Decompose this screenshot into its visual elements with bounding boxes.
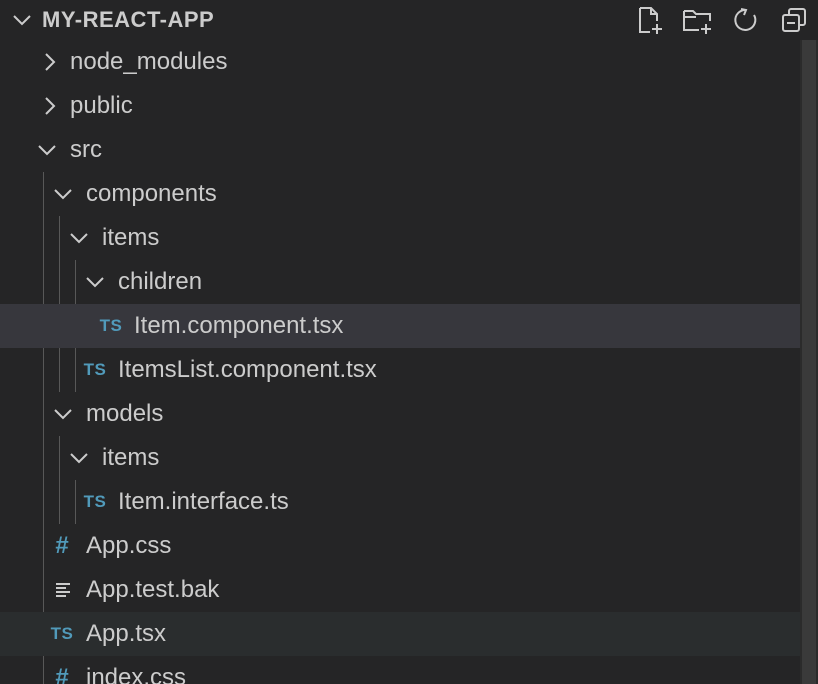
- tree-item-label: node_modules: [70, 48, 228, 75]
- typescript-file-icon: TS: [83, 492, 107, 511]
- new-file-icon[interactable]: [634, 4, 666, 36]
- explorer-actions: [634, 4, 810, 36]
- tree-item-app-tsx[interactable]: TS App.tsx: [0, 612, 800, 656]
- tree-item-item-component-tsx[interactable]: TS Item.component.tsx: [0, 304, 800, 348]
- file-tree: node_modules public src components items…: [0, 40, 800, 684]
- tree-item-children[interactable]: children: [0, 260, 800, 304]
- scrollbar-thumb[interactable]: [802, 40, 816, 684]
- tree-item-item-interface-ts[interactable]: TS Item.interface.ts: [0, 480, 800, 524]
- chevron-down-icon: [67, 436, 91, 480]
- tree-item-label: children: [118, 268, 203, 295]
- tree-item-components[interactable]: components: [0, 172, 800, 216]
- chevron-down-icon: [51, 392, 75, 436]
- tree-item-items[interactable]: items: [0, 216, 800, 260]
- css-file-icon: #: [55, 664, 69, 684]
- chevron-right-icon: [37, 84, 61, 128]
- css-file-icon: #: [55, 532, 69, 559]
- file-explorer: MY-REACT-APP node_modules public src com…: [0, 0, 818, 684]
- explorer-header[interactable]: MY-REACT-APP: [0, 0, 818, 40]
- tree-item-label: components: [86, 180, 217, 207]
- tree-item-label: ItemsList.component.tsx: [118, 356, 377, 383]
- tree-item-itemslist-component-tsx[interactable]: TS ItemsList.component.tsx: [0, 348, 800, 392]
- tree-item-models-items[interactable]: items: [0, 436, 800, 480]
- vertical-scrollbar[interactable]: [800, 40, 818, 684]
- tree-item-models[interactable]: models: [0, 392, 800, 436]
- tree-item-label: Item.component.tsx: [134, 312, 344, 339]
- chevron-down-icon[interactable]: [10, 8, 34, 32]
- collapse-all-icon[interactable]: [778, 4, 810, 36]
- chevron-down-icon: [83, 260, 107, 304]
- tree-item-index-css[interactable]: # index.css: [0, 656, 800, 684]
- explorer-title: MY-REACT-APP: [42, 7, 215, 32]
- tree-item-label: models: [86, 400, 164, 427]
- tree-item-app-test-bak[interactable]: App.test.bak: [0, 568, 800, 612]
- new-folder-icon[interactable]: [682, 4, 714, 36]
- chevron-down-icon: [67, 216, 91, 260]
- typescript-file-icon: TS: [50, 624, 74, 643]
- tree-item-src[interactable]: src: [0, 128, 800, 172]
- tree-item-label: index.css: [86, 664, 187, 684]
- tree-item-app-css[interactable]: # App.css: [0, 524, 800, 568]
- tree-item-node-modules[interactable]: node_modules: [0, 40, 800, 84]
- tree-item-label: App.css: [86, 532, 172, 559]
- tree-item-label: App.tsx: [86, 620, 167, 647]
- tree-item-public[interactable]: public: [0, 84, 800, 128]
- refresh-icon[interactable]: [730, 4, 762, 36]
- typescript-file-icon: TS: [99, 316, 123, 335]
- tree-item-label: Item.interface.ts: [118, 488, 289, 515]
- tree-item-label: src: [70, 136, 102, 163]
- chevron-down-icon: [51, 172, 75, 216]
- tree-item-label: App.test.bak: [86, 576, 220, 603]
- text-file-icon: [52, 568, 74, 612]
- tree-item-label: public: [70, 92, 133, 119]
- typescript-file-icon: TS: [83, 360, 107, 379]
- tree-item-label: items: [102, 444, 160, 471]
- tree-item-label: items: [102, 224, 160, 251]
- chevron-down-icon: [35, 128, 59, 172]
- chevron-right-icon: [37, 40, 61, 84]
